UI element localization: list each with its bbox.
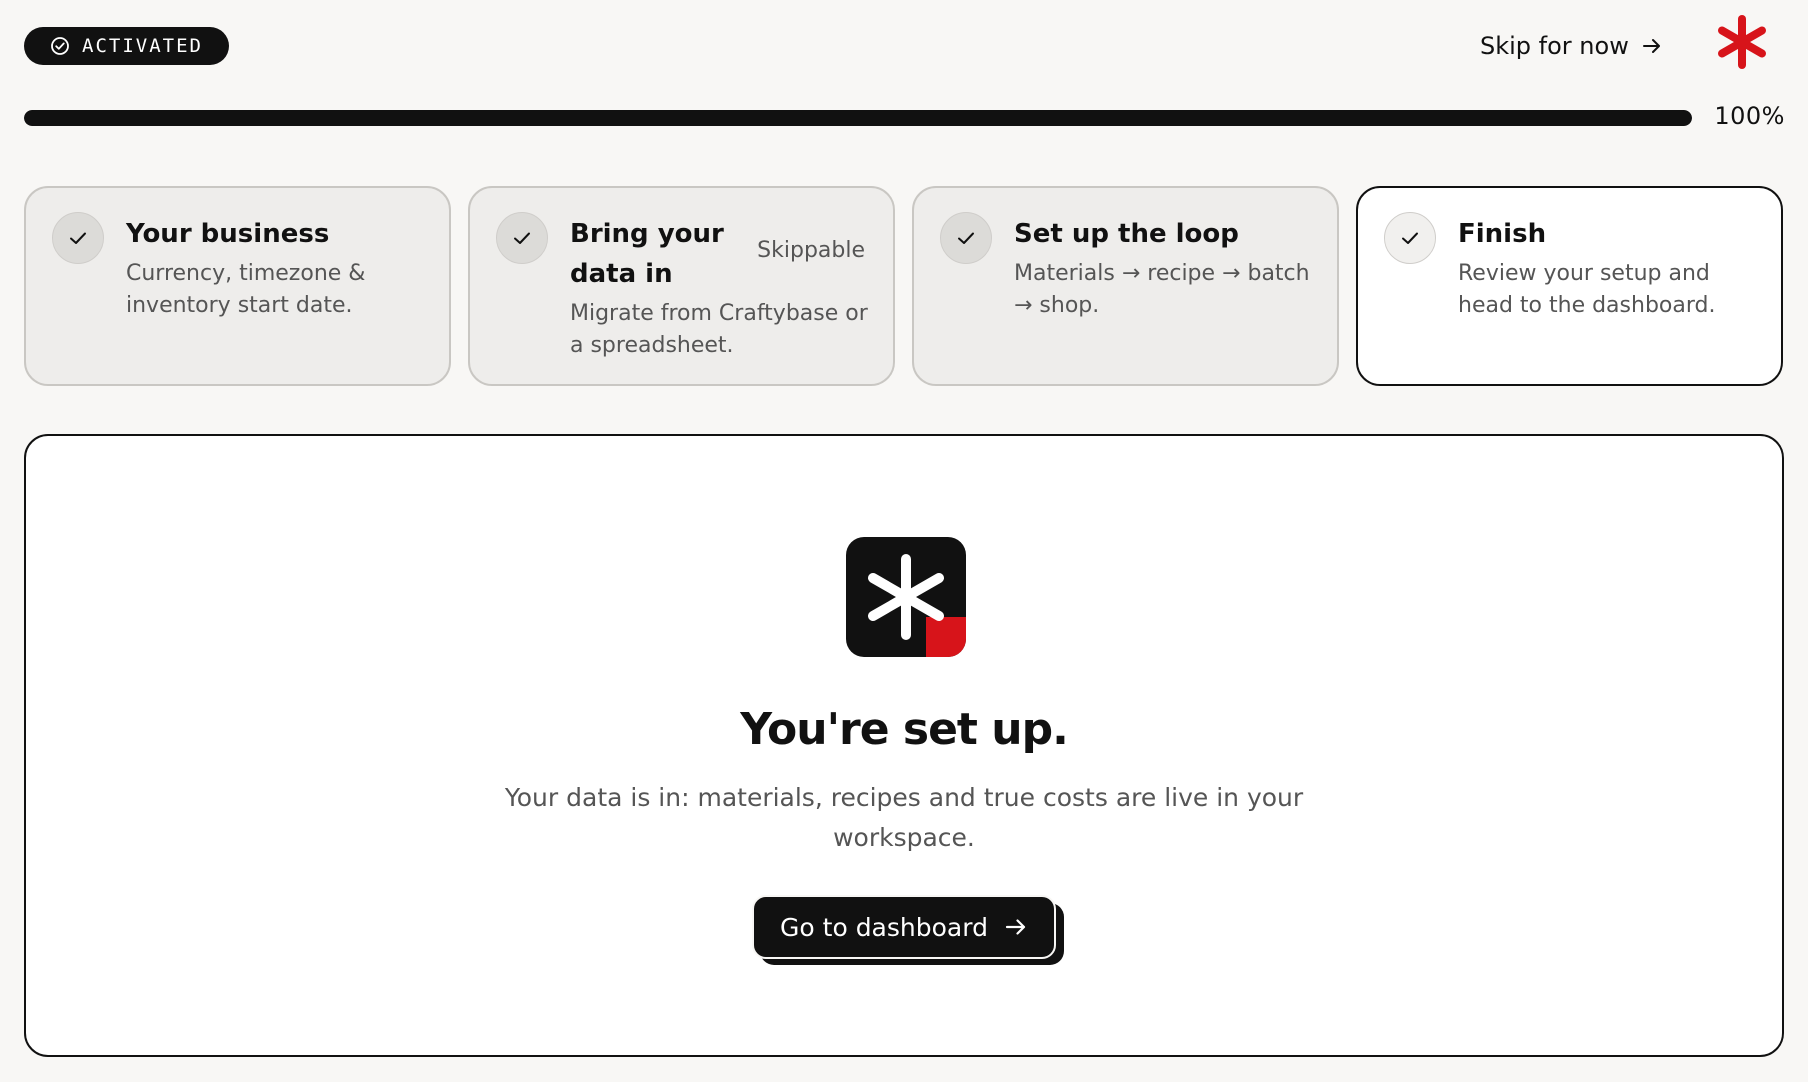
step-card-finish[interactable]: Finish Review your setup and head to the… [1356,186,1783,386]
go-to-dashboard-button[interactable]: Go to dashboard [752,895,1056,959]
status-badge: ACTIVATED [24,27,229,65]
skip-for-now-link[interactable]: Skip for now [1480,26,1663,66]
progress-bar [24,110,1692,126]
success-subtext: Your data is in: materials, recipes and … [504,783,1304,852]
step-description: Currency, timezone & inventory start dat… [126,261,366,318]
step-title: Bring your data in [570,219,724,289]
step-card-set-up-loop[interactable]: Set up the loop Materials → recipe → bat… [912,186,1339,386]
step-check [1384,212,1436,264]
step-check [940,212,992,264]
arrow-right-icon [1642,39,1660,53]
status-badge-label: ACTIVATED [82,35,203,57]
skip-label: Skip for now [1480,32,1629,60]
progress-bar-fill [24,110,1692,126]
go-to-dashboard-label: Go to dashboard [780,912,988,942]
step-description: Review your setup and head to the dashbo… [1458,261,1716,318]
step-title: Set up the loop [1014,219,1239,249]
step-description: Materials → recipe → batch → shop. [1014,261,1310,318]
check-icon [958,232,974,244]
progress-percent: 100% [1714,102,1785,130]
check-icon [70,232,86,244]
onboarding-page: ACTIVATED Skip for now 100% Your busines… [0,0,1808,1082]
step-card-bring-data[interactable]: Bring your data in Skippable Migrate fro… [468,186,895,386]
success-headline: You're set up. [740,704,1069,755]
completion-panel: You're set up. Your data is in: material… [24,434,1784,1057]
step-check [52,212,104,264]
step-card-your-business[interactable]: Your business Currency, timezone & inven… [24,186,451,386]
skippable-tag: Skippable [757,238,865,263]
check-circle-icon [51,37,69,55]
step-check [496,212,548,264]
step-title: Finish [1458,219,1547,249]
go-to-dashboard-wrap: Go to dashboard [752,895,1064,967]
asterisk-logo-icon [1718,15,1766,69]
app-logo-icon [846,537,966,657]
arrow-right-icon [1005,919,1026,935]
step-title: Your business [126,219,330,249]
step-list: Your business Currency, timezone & inven… [24,186,1784,386]
check-icon [514,232,530,244]
step-description: Migrate from Craftybase or a spreadsheet… [570,301,868,358]
check-icon [1402,232,1418,244]
